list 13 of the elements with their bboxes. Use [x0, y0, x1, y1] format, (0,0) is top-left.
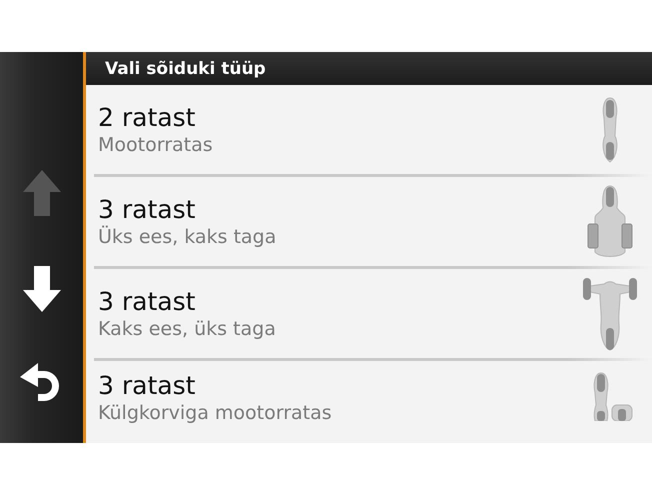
trike-icon — [582, 276, 638, 352]
option-title: 3 ratast — [98, 371, 196, 400]
option-subtitle: Mootorratas — [98, 134, 214, 156]
option-subtitle: Üks ees, kaks taga — [98, 226, 278, 248]
option-title: 3 ratast — [98, 287, 196, 316]
up-arrow-icon — [22, 170, 60, 216]
option-title: 3 ratast — [98, 195, 196, 224]
option-subtitle: Kaks ees, üks taga — [98, 318, 277, 340]
option-title: 2 ratast — [98, 103, 196, 132]
option-subtitle: Külgkorviga mootorratas — [98, 402, 333, 424]
screen-title: Vali sõiduki tüüp — [105, 58, 266, 78]
trike-icon — [587, 184, 633, 260]
down-arrow-icon — [22, 266, 60, 312]
